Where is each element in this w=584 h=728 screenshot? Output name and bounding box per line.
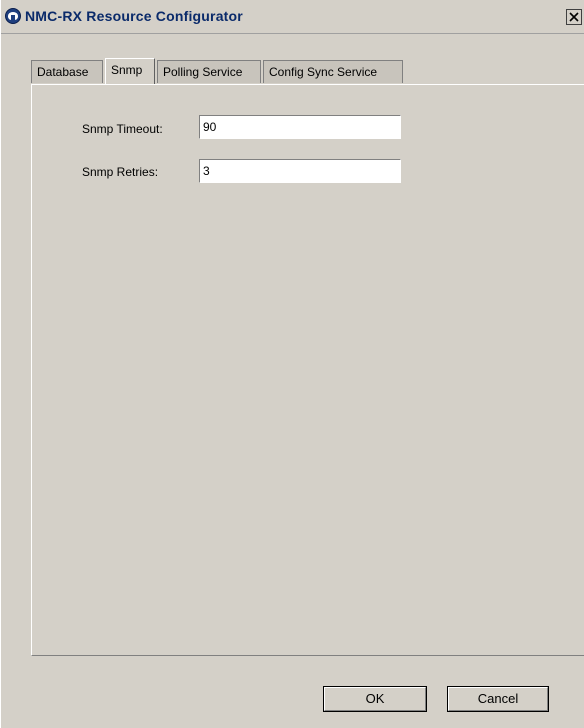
title-bar[interactable]: NMC-RX Resource Configurator [1, 0, 584, 34]
snmp-timeout-input[interactable] [199, 115, 401, 139]
window-title: NMC-RX Resource Configurator [25, 8, 243, 24]
close-icon [569, 12, 579, 22]
cancel-button[interactable]: Cancel [447, 686, 549, 712]
tab-snmp[interactable]: Snmp [105, 58, 155, 84]
configurator-window: NMC-RX Resource Configurator Database Sn… [0, 0, 584, 728]
snmp-retries-label: Snmp Retries: [82, 165, 159, 179]
close-button[interactable] [566, 9, 582, 25]
snmp-retries-input[interactable] [199, 159, 401, 183]
snmp-tab-panel: Snmp Timeout: Snmp Retries: [31, 84, 584, 656]
snmp-timeout-label: Snmp Timeout: [82, 122, 163, 136]
tab-polling-service[interactable]: Polling Service [157, 60, 261, 83]
tab-config-sync-service[interactable]: Config Sync Service [263, 60, 403, 83]
app-logo-icon [5, 8, 21, 24]
tab-database[interactable]: Database [31, 60, 103, 83]
ok-button[interactable]: OK [323, 686, 427, 712]
